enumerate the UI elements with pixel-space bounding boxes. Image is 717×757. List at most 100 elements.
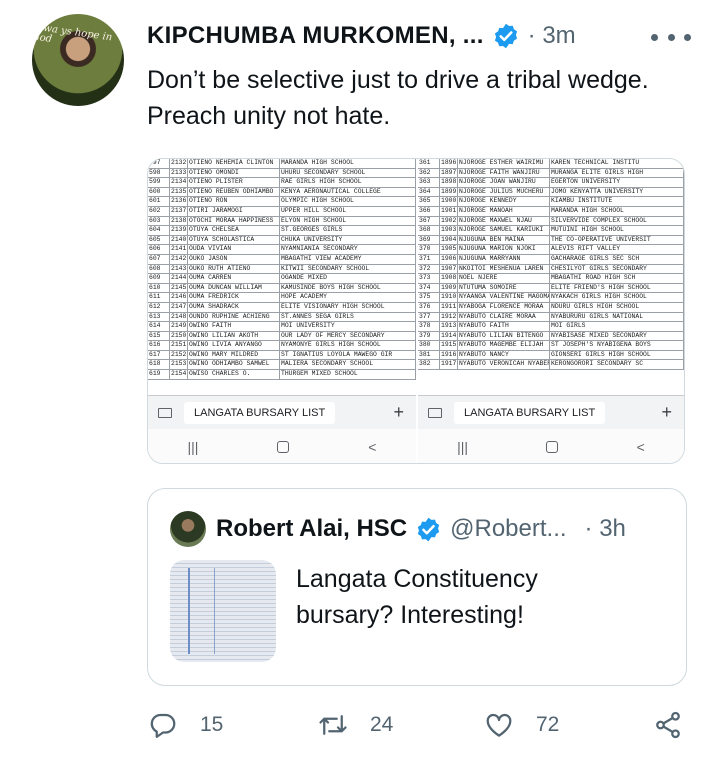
- sheet-row: 612 2147 OUMA SHADRACK ELITE VISIONARY HIGH…: [148, 302, 416, 313]
- android-navbar: ||| <: [418, 429, 684, 463]
- sheet-row: 608 2143 OUKO RUTH ATIENO KITWII SECONDARY …: [148, 264, 416, 275]
- sheet-cell: OWINO LILIAN AKOTH: [188, 331, 280, 341]
- sheet-cell: 1903: [441, 226, 458, 235]
- sheet-row: 366 1901 NJOROGE MANOAH MARANDA HIGH SCHOOL: [418, 206, 684, 217]
- sheet-cell: NDURU GIRLS HIGH SCHOOL: [550, 302, 684, 312]
- sheet-cell: OUNDO RUPHINE ACHIENG: [188, 312, 280, 322]
- quoted-tweet[interactable]: Robert Alai, HSC @Robert... · 3h Langata…: [147, 488, 687, 686]
- sheet-cell: 608: [148, 264, 170, 274]
- sheet-row: 610 2145 OUMA DUNCAN WILLIAM KAMUSINDE BOYS…: [148, 283, 416, 294]
- sheet-cell: 1915: [441, 341, 458, 350]
- sheet-cell: 371: [418, 254, 440, 264]
- sheet-row: 615 2150 OWINO LILIAN AKOTH OUR LADY OF MER…: [148, 331, 416, 342]
- sheet-cell: NYABUTO CLAIRE MORAA: [458, 312, 550, 322]
- sheet-row: 381 1916 NYABUTO NANCY GIONSERI GIRLS HIGH …: [418, 350, 684, 361]
- sheet-cell: 363: [418, 178, 440, 187]
- sheet-cell: OUKO RUTH ATIENO: [188, 264, 280, 274]
- sheet-cell: 2137: [171, 206, 188, 216]
- sheet-cell: 1897: [441, 168, 458, 178]
- sheet-cell: 615: [148, 331, 170, 341]
- sheet-cell: NKOITOI MESHENUA LAREN: [458, 264, 550, 274]
- sheet-cell: 2151: [171, 341, 188, 350]
- sheet-cell: MALIERA SECONDARY SCHOOL: [280, 360, 416, 370]
- quoted-author-handle[interactable]: @Robert...: [450, 515, 566, 543]
- sheet-row: 598 2133 OTIENO OMONDI UHURU SECONDARY SCHO…: [148, 168, 416, 179]
- sheet-cell: 1911: [441, 302, 458, 312]
- sheet-row: 603 2138 OTOCHI MORAA HAPPINESS ELYON HIGH …: [148, 216, 416, 227]
- sheet-row: 374 1909 NTUTUMA SOMOIRE ELITE FRIEND'S HIG…: [418, 283, 684, 294]
- sheet-cell: NYAANGA VALENTINE MAGOMA: [459, 293, 550, 302]
- sheet-cell: 617: [148, 350, 170, 360]
- share-icon: [656, 711, 680, 739]
- retweet-icon: [319, 715, 347, 735]
- sheet-cell: UPPER HILL SCHOOL: [280, 206, 416, 216]
- tweet-media[interactable]: 597 2132 OTIENO NEHEMIA CLINTON MARANDA HIG…: [147, 158, 685, 464]
- sheet-cell: 602: [148, 206, 170, 216]
- sheet-row: 373 1908 NOEL NJERE MBAGATHI ROAD HIGH SCH: [418, 274, 684, 284]
- quoted-tweet-time[interactable]: · 3h: [585, 515, 626, 543]
- quoted-author-name[interactable]: Robert Alai, HSC: [216, 515, 407, 543]
- avatar-caption: Alwa ys hope in God: [32, 21, 113, 46]
- reply-button[interactable]: 15: [148, 710, 223, 740]
- share-button[interactable]: [653, 710, 683, 740]
- sheet-cell: 366: [418, 206, 440, 216]
- sheet-cell: MBAGATHI ROAD HIGH SCH: [550, 274, 684, 283]
- author-avatar[interactable]: Alwa ys hope in God: [32, 14, 124, 106]
- sheet-row: 619 2154 OWISO CHARLES O. THURGEM MIXED SCH…: [148, 370, 416, 380]
- tweet-time[interactable]: · 3m: [528, 22, 576, 50]
- home-icon: [546, 441, 559, 453]
- sheet-cell: OUMA SHADRACK: [188, 302, 280, 312]
- sheet-cell: KAMUSINDE BOYS HIGH SCHOOL: [280, 283, 416, 293]
- sheet-cell: ALEVIS RIFT VALLEY: [550, 245, 684, 254]
- sheet-cell: 1909: [441, 283, 458, 293]
- sheet-cell: 1905: [441, 245, 458, 254]
- sheet-cell: 597: [148, 159, 170, 168]
- sheet-row: 611 2146 OUMA FREDRICK HOPE ACADEMY: [148, 293, 416, 303]
- sheet-cell: NYABUTO NANCY: [458, 350, 550, 360]
- author-name[interactable]: KIPCHUMBA MURKOMEN, ...: [147, 22, 484, 50]
- like-count: 72: [536, 713, 560, 736]
- sheet-cell: 2140: [171, 235, 188, 245]
- sheet-cell: 2138: [171, 216, 188, 226]
- media-image-right[interactable]: 361 1896 NJOROGE ESTHER WAIRIMU KAREN TECHN…: [416, 159, 684, 463]
- sheet-cell: CHUKA UNIVERSITY: [280, 235, 416, 245]
- sheet-cell: OWISO CHARLES O.: [188, 370, 280, 379]
- sheet-row: 371 1906 NJUGUNA MARRYANN GACHARAGE GIRLS S…: [418, 254, 684, 265]
- sheet-cell: NJOROGE MANOAH: [458, 206, 550, 216]
- sheet-cell: 369: [418, 235, 440, 245]
- sheet-cell: 374: [418, 283, 440, 293]
- sheet-cell: 2143: [171, 264, 188, 274]
- home-icon: [277, 441, 290, 453]
- sheet-cell: OWINO FAITH: [188, 322, 280, 331]
- sheet-cell: 2145: [171, 283, 188, 293]
- media-image-left[interactable]: 597 2132 OTIENO NEHEMIA CLINTON MARANDA HIG…: [148, 159, 416, 463]
- sheet-cell: 1912: [441, 312, 458, 322]
- back-icon: <: [636, 439, 645, 455]
- sheet-cell: OGANDE MIXED: [280, 274, 416, 283]
- sheet-cell: OTIENO REUBEN ODHIAMBO: [188, 187, 280, 197]
- sheet-cell: 618: [148, 360, 170, 370]
- sheet-cell: 2150: [171, 331, 188, 341]
- sheet-cell: 598: [148, 168, 170, 178]
- sheet-cell: 612: [148, 302, 170, 312]
- tweet-actions: 15 24 72: [148, 705, 693, 745]
- quoted-media-thumbnail[interactable]: [170, 560, 276, 662]
- sheet-cell: MOI GIRLS: [550, 322, 684, 331]
- sheet-cell: 368: [418, 226, 440, 235]
- sheet-row: 377 1912 NYABUTO CLAIRE MORAA NYABURURU GIR…: [418, 312, 684, 323]
- retweet-button[interactable]: 24: [318, 710, 393, 740]
- sheet-cell: OUDA VIVIAN: [188, 245, 280, 254]
- more-options-icon[interactable]: [651, 26, 691, 48]
- sheet-row: 609 2144 OUMA CARREN OGANDE MIXED: [148, 274, 416, 284]
- sheet-cell: NJUGUNA MARRYANN: [458, 254, 550, 264]
- add-sheet-icon: +: [661, 402, 672, 422]
- sheet-cell: GIONSERI GIRLS HIGH SCHOOL: [550, 350, 684, 360]
- like-button[interactable]: 72: [484, 710, 559, 740]
- sheet-cell: 382: [418, 360, 440, 370]
- sheet-cell: ELYON HIGH SCHOOL: [280, 216, 416, 226]
- quoted-author-avatar[interactable]: [170, 511, 206, 547]
- sheet-cell: OTIRI JARAMOGI: [188, 206, 280, 216]
- verified-badge-icon: [494, 23, 517, 49]
- sheet-cell: OUKO JASON: [188, 254, 280, 264]
- sheet-row: 369 1904 NJUGUNA BEN MAINA THE CO-OPERATIVE…: [418, 235, 684, 246]
